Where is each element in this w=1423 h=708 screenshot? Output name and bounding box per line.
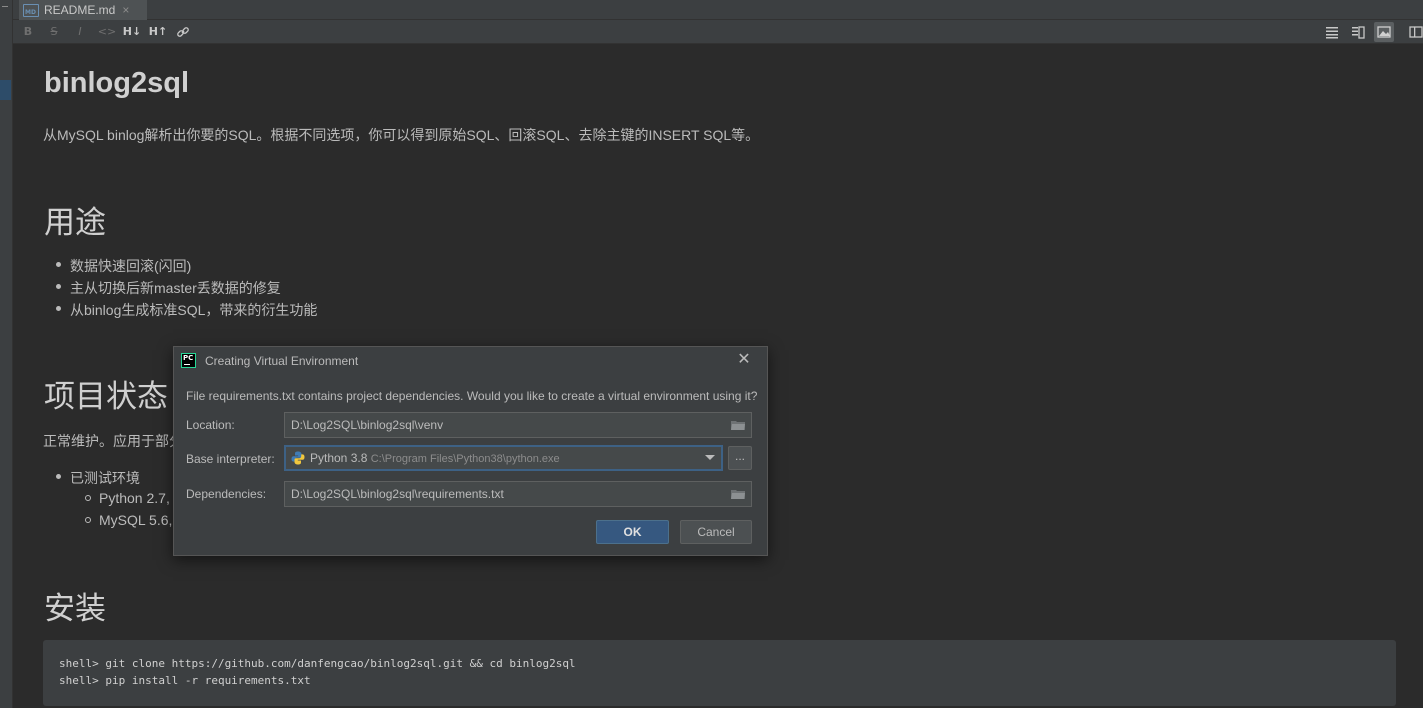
code-button[interactable]: <> (96, 24, 118, 40)
sub-list-item: MySQL 5.6, (85, 512, 172, 528)
strikethrough-button[interactable]: S (45, 24, 63, 40)
interpreter-select[interactable]: Python 3.8 C:\Program Files\Python38\pyt… (284, 445, 723, 471)
browse-interpreter-button[interactable]: ... (728, 446, 752, 470)
location-value: D:\Log2SQL\binlog2sql\venv (291, 418, 444, 432)
split-view-icon (1352, 26, 1365, 39)
italic-button[interactable]: I (71, 24, 89, 40)
dialog-title: Creating Virtual Environment (205, 354, 359, 368)
pycharm-icon: PC (181, 353, 196, 368)
dependencies-value: D:\Log2SQL\binlog2sql\requirements.txt (291, 487, 504, 501)
preview-view-icon (1377, 26, 1391, 38)
gutter-dash (2, 6, 8, 7)
split-view-button[interactable] (1348, 22, 1368, 42)
dialog-message: File requirements.txt contains project d… (186, 389, 758, 403)
interpreter-path: C:\Program Files\Python38\python.exe (370, 453, 560, 465)
dependencies-label: Dependencies: (186, 487, 267, 501)
chevron-down-icon[interactable] (705, 455, 715, 460)
intro-paragraph: 从MySQL binlog解析出你要的SQL。根据不同选项，你可以得到原始SQL… (43, 127, 760, 143)
folder-icon[interactable] (731, 420, 745, 430)
tab-close-icon[interactable]: × (122, 3, 129, 17)
ok-button[interactable]: OK (596, 520, 669, 544)
editor-tab-bar: MD README.md × (13, 0, 1423, 20)
markdown-toolbar: B S I <> H↓ H↑ (13, 20, 1423, 44)
link-icon (177, 27, 189, 37)
preview-only-view-button[interactable] (1374, 22, 1394, 42)
location-field[interactable]: D:\Log2SQL\binlog2sql\venv (284, 412, 752, 438)
dialog-titlebar[interactable]: PC Creating Virtual Environment ✕ (174, 347, 767, 376)
code-line: shell> git clone https://github.com/danf… (59, 657, 576, 670)
link-button[interactable] (174, 24, 192, 40)
section-heading-status: 项目状态 (44, 379, 168, 415)
section-heading-install: 安装 (44, 591, 106, 627)
close-icon[interactable]: ✕ (736, 351, 752, 367)
tab-filename: README.md (44, 3, 116, 17)
page-title: binlog2sql (44, 67, 189, 99)
list-item: 从binlog生成标准SQL，带来的衍生功能 (56, 300, 317, 320)
code-block: shell> git clone https://github.com/danf… (43, 640, 1396, 706)
sub-list-item: Python 2.7, (85, 490, 170, 506)
vertical-scrollbar[interactable] (1411, 45, 1423, 708)
gutter-selection-marker (0, 80, 11, 100)
python-icon (291, 451, 305, 465)
location-label: Location: (186, 418, 235, 432)
interpreter-label: Base interpreter: (186, 452, 275, 466)
columns-icon (1409, 26, 1423, 38)
list-item: 主从切换后新master丢数据的修复 (56, 278, 281, 298)
folder-icon[interactable] (731, 489, 745, 499)
tab-readme[interactable]: MD README.md × (19, 0, 147, 20)
dependencies-field[interactable]: D:\Log2SQL\binlog2sql\requirements.txt (284, 481, 752, 507)
status-paragraph: 正常维护。应用于部分 (43, 433, 183, 449)
layout-toggle-button[interactable] (1407, 22, 1423, 42)
list-item: 已测试环境 (56, 468, 140, 488)
list-item: 数据快速回滚(闪回) (56, 256, 191, 276)
editor-view-icon (1326, 27, 1338, 39)
editor-only-view-button[interactable] (1322, 22, 1342, 42)
code-line: shell> pip install -r requirements.txt (59, 674, 311, 687)
cancel-button[interactable]: Cancel (680, 520, 752, 544)
header-up-button[interactable]: H↑ (148, 24, 168, 40)
left-gutter (0, 0, 13, 708)
header-down-button[interactable]: H↓ (122, 24, 142, 40)
markdown-file-icon: MD (23, 3, 39, 17)
bold-button[interactable]: B (19, 24, 37, 40)
create-venv-dialog: PC Creating Virtual Environment ✕ File r… (173, 346, 768, 556)
section-heading-uses: 用途 (44, 205, 106, 241)
interpreter-name: Python 3.8 (310, 451, 368, 465)
